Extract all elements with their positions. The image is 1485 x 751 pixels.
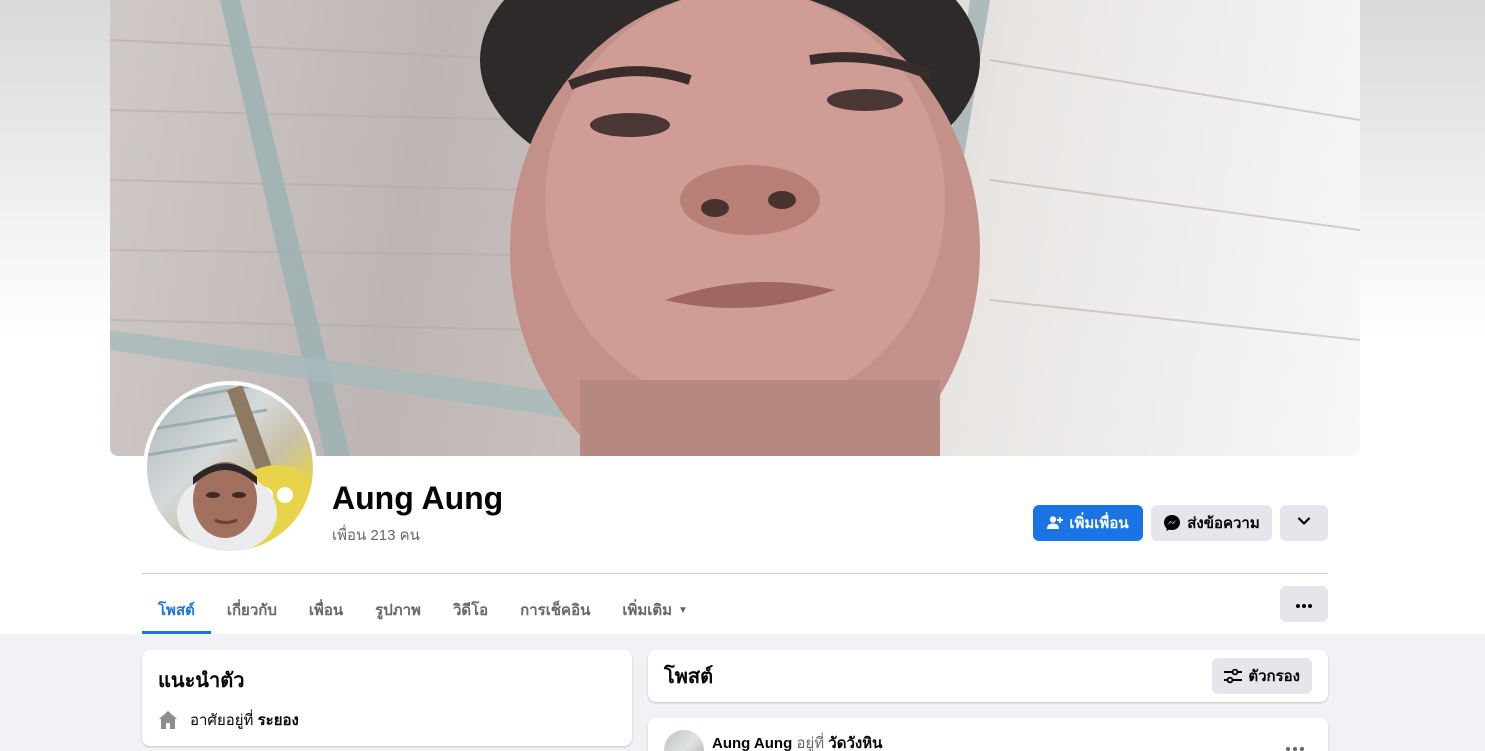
- chevron-down-icon: [1297, 514, 1311, 532]
- tab-label: รูปภาพ: [375, 602, 421, 619]
- lives-in-row: อาศัยอยู่ที่ ระยอง: [158, 708, 616, 732]
- cover-photo-illustration: [110, 0, 1360, 456]
- intro-card: แนะนำตัว อาศัยอยู่ที่ ระยอง: [142, 650, 632, 746]
- post-author-avatar[interactable]: [664, 730, 704, 751]
- lives-in-prefix: อาศัยอยู่ที่: [190, 712, 254, 729]
- header-divider: [142, 573, 1328, 574]
- add-friend-button[interactable]: เพิ่มเพื่อน: [1033, 505, 1143, 541]
- profile-picture-image: [147, 385, 313, 551]
- tab-label: โพสต์: [158, 602, 195, 619]
- post-meta: Aung Aung อยู่ที่ วัดวังหิน: [712, 731, 882, 751]
- filter-button[interactable]: ตัวกรอง: [1212, 658, 1312, 694]
- caret-down-icon: ▼: [678, 604, 688, 616]
- tab-videos[interactable]: วิดีโอ: [437, 586, 504, 634]
- tab-label: เพื่อน: [308, 602, 344, 619]
- more-horizontal-icon: [1296, 595, 1312, 613]
- friend-count[interactable]: เพื่อน 213 คน: [332, 523, 420, 547]
- profile-name: Aung Aung: [332, 480, 504, 516]
- message-button[interactable]: ส่งข้อความ: [1151, 505, 1272, 541]
- tab-label: วิดีโอ: [452, 602, 489, 619]
- tab-about[interactable]: เกี่ยวกับ: [211, 586, 293, 634]
- posts-header-card: โพสต์ ตัวกรอง: [648, 650, 1328, 702]
- tab-label: เกี่ยวกับ: [226, 602, 277, 619]
- posts-title: โพสต์: [664, 666, 714, 688]
- tab-posts[interactable]: โพสต์: [142, 586, 211, 634]
- home-icon: [158, 710, 178, 730]
- lives-in-place[interactable]: ระยอง: [258, 708, 299, 732]
- post-options-icon[interactable]: [1286, 738, 1304, 751]
- filter-label: ตัวกรอง: [1248, 668, 1300, 685]
- profile-tabs: โพสต์ เกี่ยวกับ เพื่อน รูปภาพ วิดีโอ การ…: [142, 586, 704, 634]
- message-label: ส่งข้อความ: [1187, 515, 1260, 532]
- post-place[interactable]: วัดวังหิน: [828, 735, 882, 751]
- tab-label: การเช็คอิน: [520, 602, 591, 619]
- profile-options-button[interactable]: [1280, 505, 1328, 541]
- tab-friends[interactable]: เพื่อน: [293, 586, 359, 634]
- tab-label: เพิ่มเติม: [622, 602, 673, 619]
- tab-checkins[interactable]: การเช็คอิน: [504, 586, 606, 634]
- add-friend-label: เพิ่มเพื่อน: [1069, 515, 1129, 532]
- tab-more[interactable]: เพิ่มเติม ▼: [606, 586, 704, 634]
- post-author[interactable]: Aung Aung: [712, 735, 792, 751]
- intro-title: แนะนำตัว: [158, 670, 245, 692]
- add-person-icon: [1047, 515, 1064, 531]
- filter-icon: [1224, 668, 1243, 684]
- post-at-text: อยู่ที่: [796, 735, 825, 751]
- post-card: Aung Aung อยู่ที่ วัดวังหิน: [648, 718, 1328, 751]
- messenger-icon: [1163, 514, 1181, 532]
- profile-picture[interactable]: [143, 381, 317, 555]
- tab-photos[interactable]: รูปภาพ: [359, 586, 437, 634]
- tabs-more-options-button[interactable]: [1280, 586, 1328, 622]
- cover-photo[interactable]: [110, 0, 1360, 456]
